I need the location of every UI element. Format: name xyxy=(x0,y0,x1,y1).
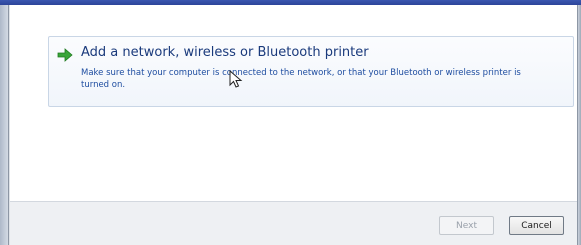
wizard-content: Add a network, wireless or Bluetooth pri… xyxy=(10,5,577,201)
add-network-printer-option[interactable]: Add a network, wireless or Bluetooth pri… xyxy=(48,36,574,107)
green-arrow-icon xyxy=(57,47,73,62)
cancel-button[interactable]: Cancel xyxy=(509,216,564,235)
mouse-cursor-icon xyxy=(229,69,243,90)
next-button[interactable]: Next xyxy=(439,216,494,235)
wizard-footer: Next Cancel xyxy=(10,201,577,245)
option-description: Make sure that your computer is connecte… xyxy=(81,68,521,90)
option-title: Add a network, wireless or Bluetooth pri… xyxy=(81,45,369,60)
window-frame-right xyxy=(577,5,581,245)
window-frame-left xyxy=(0,5,9,245)
